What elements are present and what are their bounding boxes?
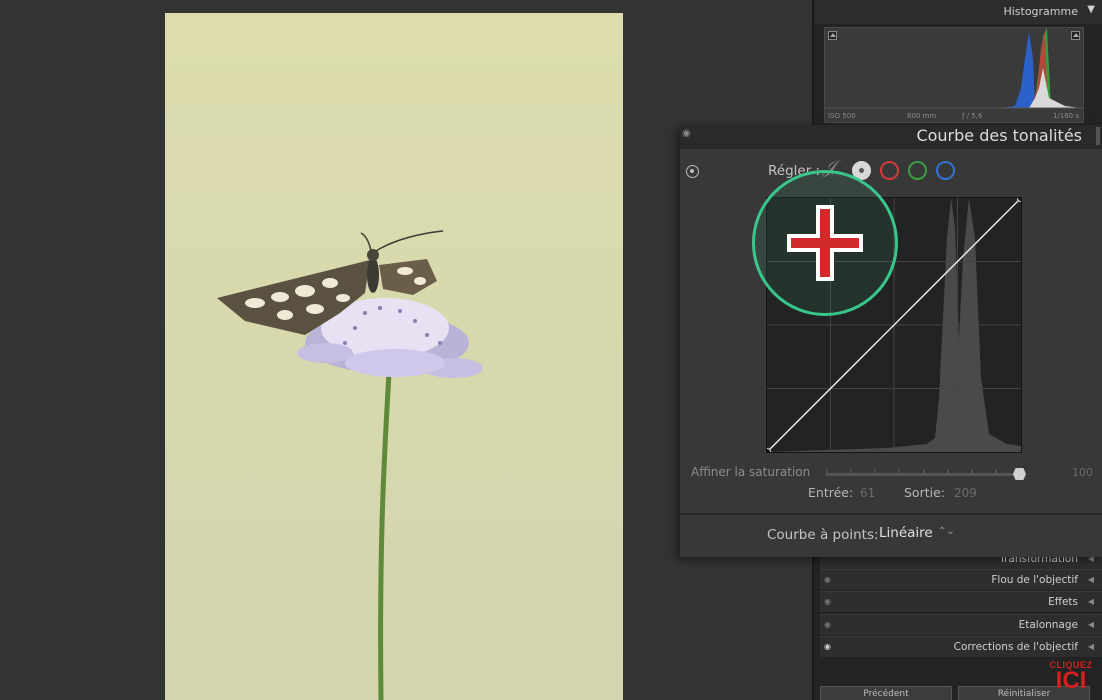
add-point-icon — [787, 205, 863, 281]
histogram-header[interactable]: Histogramme ▼ — [814, 0, 1102, 24]
butterfly-flower-illustration — [217, 230, 483, 700]
collapse-triangle-icon[interactable]: ▼ — [1087, 4, 1095, 15]
exif-shutter-speed: 1/160 s — [1052, 112, 1079, 120]
histogram-display: ISO 500 800 mm ƒ / 5,6 1/160 s — [824, 27, 1084, 123]
saturation-slider-ticks — [826, 469, 1022, 473]
point-curve-dropdown[interactable]: Linéaire — [879, 525, 933, 541]
badge-big-text: ICI — [1055, 667, 1087, 694]
eye-icon[interactable]: ◉ — [682, 128, 691, 139]
click-here-badge[interactable]: CLIQUEZ ICI — [1048, 660, 1094, 700]
saturation-slider-track[interactable] — [826, 473, 1022, 476]
panel-label: Flou de l'objectif — [991, 574, 1078, 586]
output-value: 209 — [954, 486, 977, 500]
panel-label: Effets — [1048, 596, 1078, 608]
saturation-value[interactable]: 100 — [1072, 466, 1093, 479]
blue-channel-button[interactable] — [936, 161, 955, 180]
exif-iso: ISO 500 — [828, 112, 856, 120]
photo-butterfly-on-flower — [165, 13, 623, 700]
previous-button[interactable]: Précédent — [820, 686, 952, 700]
panel-label: Corrections de l'objectif — [953, 641, 1078, 653]
tone-curve-header[interactable]: ◉ Courbe des tonalités — [680, 125, 1102, 149]
red-channel-button[interactable] — [880, 161, 899, 180]
panel-calibration[interactable]: ◉ Etalonnage ◀ — [820, 614, 1102, 635]
scrollbar[interactable] — [1096, 127, 1100, 145]
exif-aperture: ƒ / 5,6 — [962, 112, 983, 120]
eye-icon[interactable]: ◉ — [824, 642, 831, 651]
output-label: Sortie: — [904, 485, 945, 500]
eye-icon[interactable]: ◉ — [824, 620, 831, 629]
green-channel-button[interactable] — [908, 161, 927, 180]
input-label: Entrée: — [808, 485, 854, 500]
input-value: 61 — [860, 486, 876, 500]
panel-lens-corrections[interactable]: ◉ Corrections de l'objectif ◀ — [820, 636, 1102, 657]
tone-curve-panel: ◉ Courbe des tonalités Régler : 𝒥 Affine… — [680, 125, 1102, 557]
panel-lens-blur[interactable]: ◉ Flou de l'objectif ◀ — [820, 569, 1102, 590]
expand-arrow-icon[interactable]: ◀ — [1088, 575, 1094, 584]
eye-icon[interactable]: ◉ — [824, 575, 831, 584]
expand-arrow-icon[interactable]: ◀ — [1088, 620, 1094, 629]
expand-arrow-icon[interactable]: ◀ — [1088, 642, 1094, 651]
add-point-highlight — [752, 170, 898, 316]
panel-divider — [680, 513, 1102, 515]
histogram-title: Histogramme — [1003, 5, 1078, 18]
exif-focal-length: 800 mm — [907, 112, 937, 120]
histogram-graph — [825, 28, 1083, 109]
eye-icon[interactable]: ◉ — [824, 597, 831, 606]
tone-curve-title: Courbe des tonalités — [916, 126, 1082, 145]
dropdown-arrows-icon[interactable]: ⌃⌄ — [938, 526, 955, 537]
expand-arrow-icon[interactable]: ◀ — [1088, 597, 1094, 606]
panel-label: Etalonnage — [1018, 619, 1078, 631]
point-curve-label: Courbe à points: — [767, 527, 879, 543]
saturation-slider-thumb[interactable] — [1013, 468, 1026, 480]
panel-effects[interactable]: ◉ Effets ◀ — [820, 591, 1102, 612]
targeted-adjustment-icon[interactable] — [686, 165, 699, 178]
refine-saturation-label: Affiner la saturation — [691, 465, 811, 479]
